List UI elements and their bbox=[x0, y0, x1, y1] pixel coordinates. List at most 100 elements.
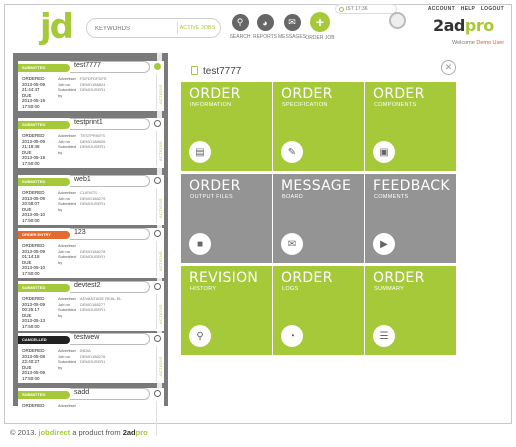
job-card[interactable]: SUBMITTED devtest2 ORDERED 2013-05-09 00… bbox=[18, 281, 164, 331]
card-details: Advertiser ADVANTAGE REAL EL Job no DEMO18… bbox=[58, 296, 122, 318]
user-name[interactable]: Demo User bbox=[476, 40, 504, 46]
status-circle-icon[interactable] bbox=[154, 120, 161, 127]
brand-logo: 2adpro bbox=[433, 16, 494, 35]
status-circle-icon[interactable] bbox=[154, 335, 161, 342]
chat-icon: ✉ bbox=[281, 233, 303, 255]
tile-title: ORDER bbox=[373, 270, 425, 286]
status-badge: SUBMITTED bbox=[18, 284, 70, 292]
jd-logo[interactable]: jd bbox=[40, 10, 74, 44]
jobdirect-logo: jobdirect bbox=[38, 428, 71, 437]
card-details: Advertiser FDFDFDFDFS Job no DEMO188824 Su… bbox=[58, 76, 107, 98]
status-badge: SUBMITTED bbox=[18, 391, 70, 399]
reports-icon: ◕ bbox=[256, 14, 274, 31]
nav-reports[interactable]: ◕ REPORTS bbox=[251, 14, 279, 40]
tile-order-summary[interactable]: ORDER SUMMARY ☰ bbox=[365, 266, 456, 355]
card-details: Advertiser bbox=[58, 403, 77, 408]
job-card[interactable]: SUBMITTED sadd ORDERED Advertiser bbox=[18, 388, 164, 436]
card-details: Advertiser Job no DEMO188278 Submitted by… bbox=[58, 243, 106, 265]
clock-icon[interactable] bbox=[389, 12, 406, 29]
job-card[interactable]: ORDER ENTRY 123 ORDERED 2013-05-09 01:14… bbox=[18, 228, 164, 278]
tile-title: ORDER bbox=[189, 86, 241, 102]
card-dates: ORDERED 2013-05-09 00:25:17 DUE 2013-05-… bbox=[22, 296, 46, 329]
actions-tab[interactable]: ACTIONS bbox=[156, 131, 164, 166]
card-dates: ORDERED bbox=[22, 403, 45, 408]
card-title[interactable]: devtest2 bbox=[74, 282, 100, 289]
card-icons bbox=[154, 283, 161, 290]
status-badge: SUBMITTED bbox=[18, 64, 70, 72]
card-title[interactable]: 123 bbox=[74, 229, 86, 236]
messages-icon: ✉ bbox=[283, 14, 301, 31]
status-circle-icon[interactable] bbox=[154, 177, 161, 184]
tile-order-components[interactable]: ORDER COMPONENTS ▣ bbox=[365, 82, 456, 171]
tile-subtitle: SUMMARY bbox=[374, 286, 405, 292]
files-icon: ■ bbox=[189, 233, 211, 255]
actions-tab[interactable]: ACTIONS bbox=[156, 346, 164, 381]
welcome-text: Welcome Demo User bbox=[452, 40, 505, 46]
card-title[interactable]: testwew bbox=[74, 334, 99, 341]
megaphone-icon: ▶ bbox=[373, 233, 395, 255]
job-card[interactable]: SUBMITTED testprint1 ORDERED 2013-05-09 … bbox=[18, 118, 164, 168]
card-title[interactable]: web1 bbox=[74, 176, 91, 183]
tile-subtitle: LOGS bbox=[282, 286, 299, 292]
status-circle-icon[interactable] bbox=[154, 230, 161, 237]
tile-feedback-comments[interactable]: FEEDBACK COMMENTS ▶ bbox=[365, 174, 456, 263]
help-link[interactable]: HELP bbox=[461, 6, 475, 12]
tile-message-board[interactable]: MESSAGE BOARD ✉ bbox=[273, 174, 364, 263]
card-details: Advertiser INDIA Job no DEMO188276 Submitt… bbox=[58, 348, 106, 370]
tile-subtitle: COMMENTS bbox=[374, 194, 409, 200]
clock-time: IST 17:36 bbox=[346, 6, 368, 12]
search-box: ACTIVE JOBS bbox=[86, 18, 221, 38]
tile-title: REVISION bbox=[189, 270, 259, 286]
job-card[interactable]: CANCELLED testwew ORDERED 2013-05-08 22:… bbox=[18, 333, 164, 383]
document-icon: ▤ bbox=[189, 141, 211, 163]
card-icons bbox=[154, 335, 161, 342]
clock-dot-icon bbox=[339, 7, 344, 12]
tile-order-logs[interactable]: ORDER LOGS ◔ bbox=[273, 266, 364, 355]
card-dates: ORDERED 2013-05-09 21:19:48 DUE 2013-05-… bbox=[22, 133, 46, 166]
card-title[interactable]: test7777 bbox=[74, 62, 101, 69]
search-input[interactable] bbox=[95, 24, 175, 34]
nav-messages[interactable]: ✉ MESSAGES bbox=[278, 14, 306, 40]
tile-subtitle: HISTORY bbox=[190, 286, 217, 292]
footer-brand: 2adpro bbox=[122, 428, 148, 437]
status-circle-icon[interactable] bbox=[154, 390, 161, 397]
card-details: Advertiser CLIENTS Job no DEMO188279 Submi… bbox=[58, 190, 106, 212]
tile-subtitle: SPECIFICATION bbox=[282, 102, 328, 108]
actions-tab[interactable]: ACTIONS bbox=[156, 74, 164, 109]
nav-order-job[interactable]: + ORDER JOB bbox=[305, 12, 335, 41]
close-button[interactable]: ✕ bbox=[441, 60, 456, 75]
card-icons bbox=[154, 63, 161, 70]
history-icon: ⚲ bbox=[189, 325, 211, 347]
tile-revision-history[interactable]: REVISION HISTORY ⚲ bbox=[181, 266, 272, 355]
status-circle-icon[interactable] bbox=[154, 63, 161, 70]
card-title[interactable]: testprint1 bbox=[74, 119, 103, 126]
clock-display: IST 17:36 bbox=[335, 4, 397, 14]
active-jobs-button[interactable]: ACTIVE JOBS bbox=[177, 22, 217, 34]
card-dates: ORDERED 2013-05-09 20:58:07 DUE 2013-05-… bbox=[22, 190, 46, 223]
components-icon: ▣ bbox=[373, 141, 395, 163]
card-title[interactable]: sadd bbox=[74, 389, 89, 396]
tile-subtitle: BOARD bbox=[282, 194, 304, 200]
tile-title: MESSAGE bbox=[281, 178, 352, 194]
tile-title: ORDER bbox=[189, 178, 241, 194]
tile-title: ORDER bbox=[281, 86, 333, 102]
card-icons bbox=[154, 390, 161, 397]
logout-link[interactable]: LOGOUT bbox=[481, 6, 504, 12]
job-card[interactable]: SUBMITTED test7777 ORDERED 2013-05-09 21… bbox=[18, 61, 164, 111]
tile-order-output-files[interactable]: ORDER OUTPUT FILES ■ bbox=[181, 174, 272, 263]
actions-tab[interactable] bbox=[156, 401, 164, 436]
job-card[interactable]: SUBMITTED web1 ORDERED 2013-05-09 20:58:… bbox=[18, 175, 164, 225]
card-icons bbox=[154, 230, 161, 237]
actions-tab[interactable]: ACTIONS bbox=[156, 188, 164, 223]
status-badge: SUBMITTED bbox=[18, 178, 70, 186]
tile-order-information[interactable]: ORDER INFORMATION ▤ bbox=[181, 82, 272, 171]
actions-tab[interactable]: ACTIONS bbox=[156, 241, 164, 276]
tile-order-specification[interactable]: ORDER SPECIFICATION ✎ bbox=[273, 82, 364, 171]
actions-tab[interactable]: ACTIONS bbox=[156, 294, 164, 329]
nav-search[interactable]: ⚲ SEARCH bbox=[226, 14, 254, 40]
status-circle-icon[interactable] bbox=[154, 283, 161, 290]
account-link[interactable]: ACCOUNT bbox=[428, 6, 455, 12]
card-dates: ORDERED 2013-05-09 01:14:18 DUE 2013-05-… bbox=[22, 243, 46, 276]
tile-subtitle: COMPONENTS bbox=[374, 102, 417, 108]
clipboard-icon: ☰ bbox=[373, 325, 395, 347]
